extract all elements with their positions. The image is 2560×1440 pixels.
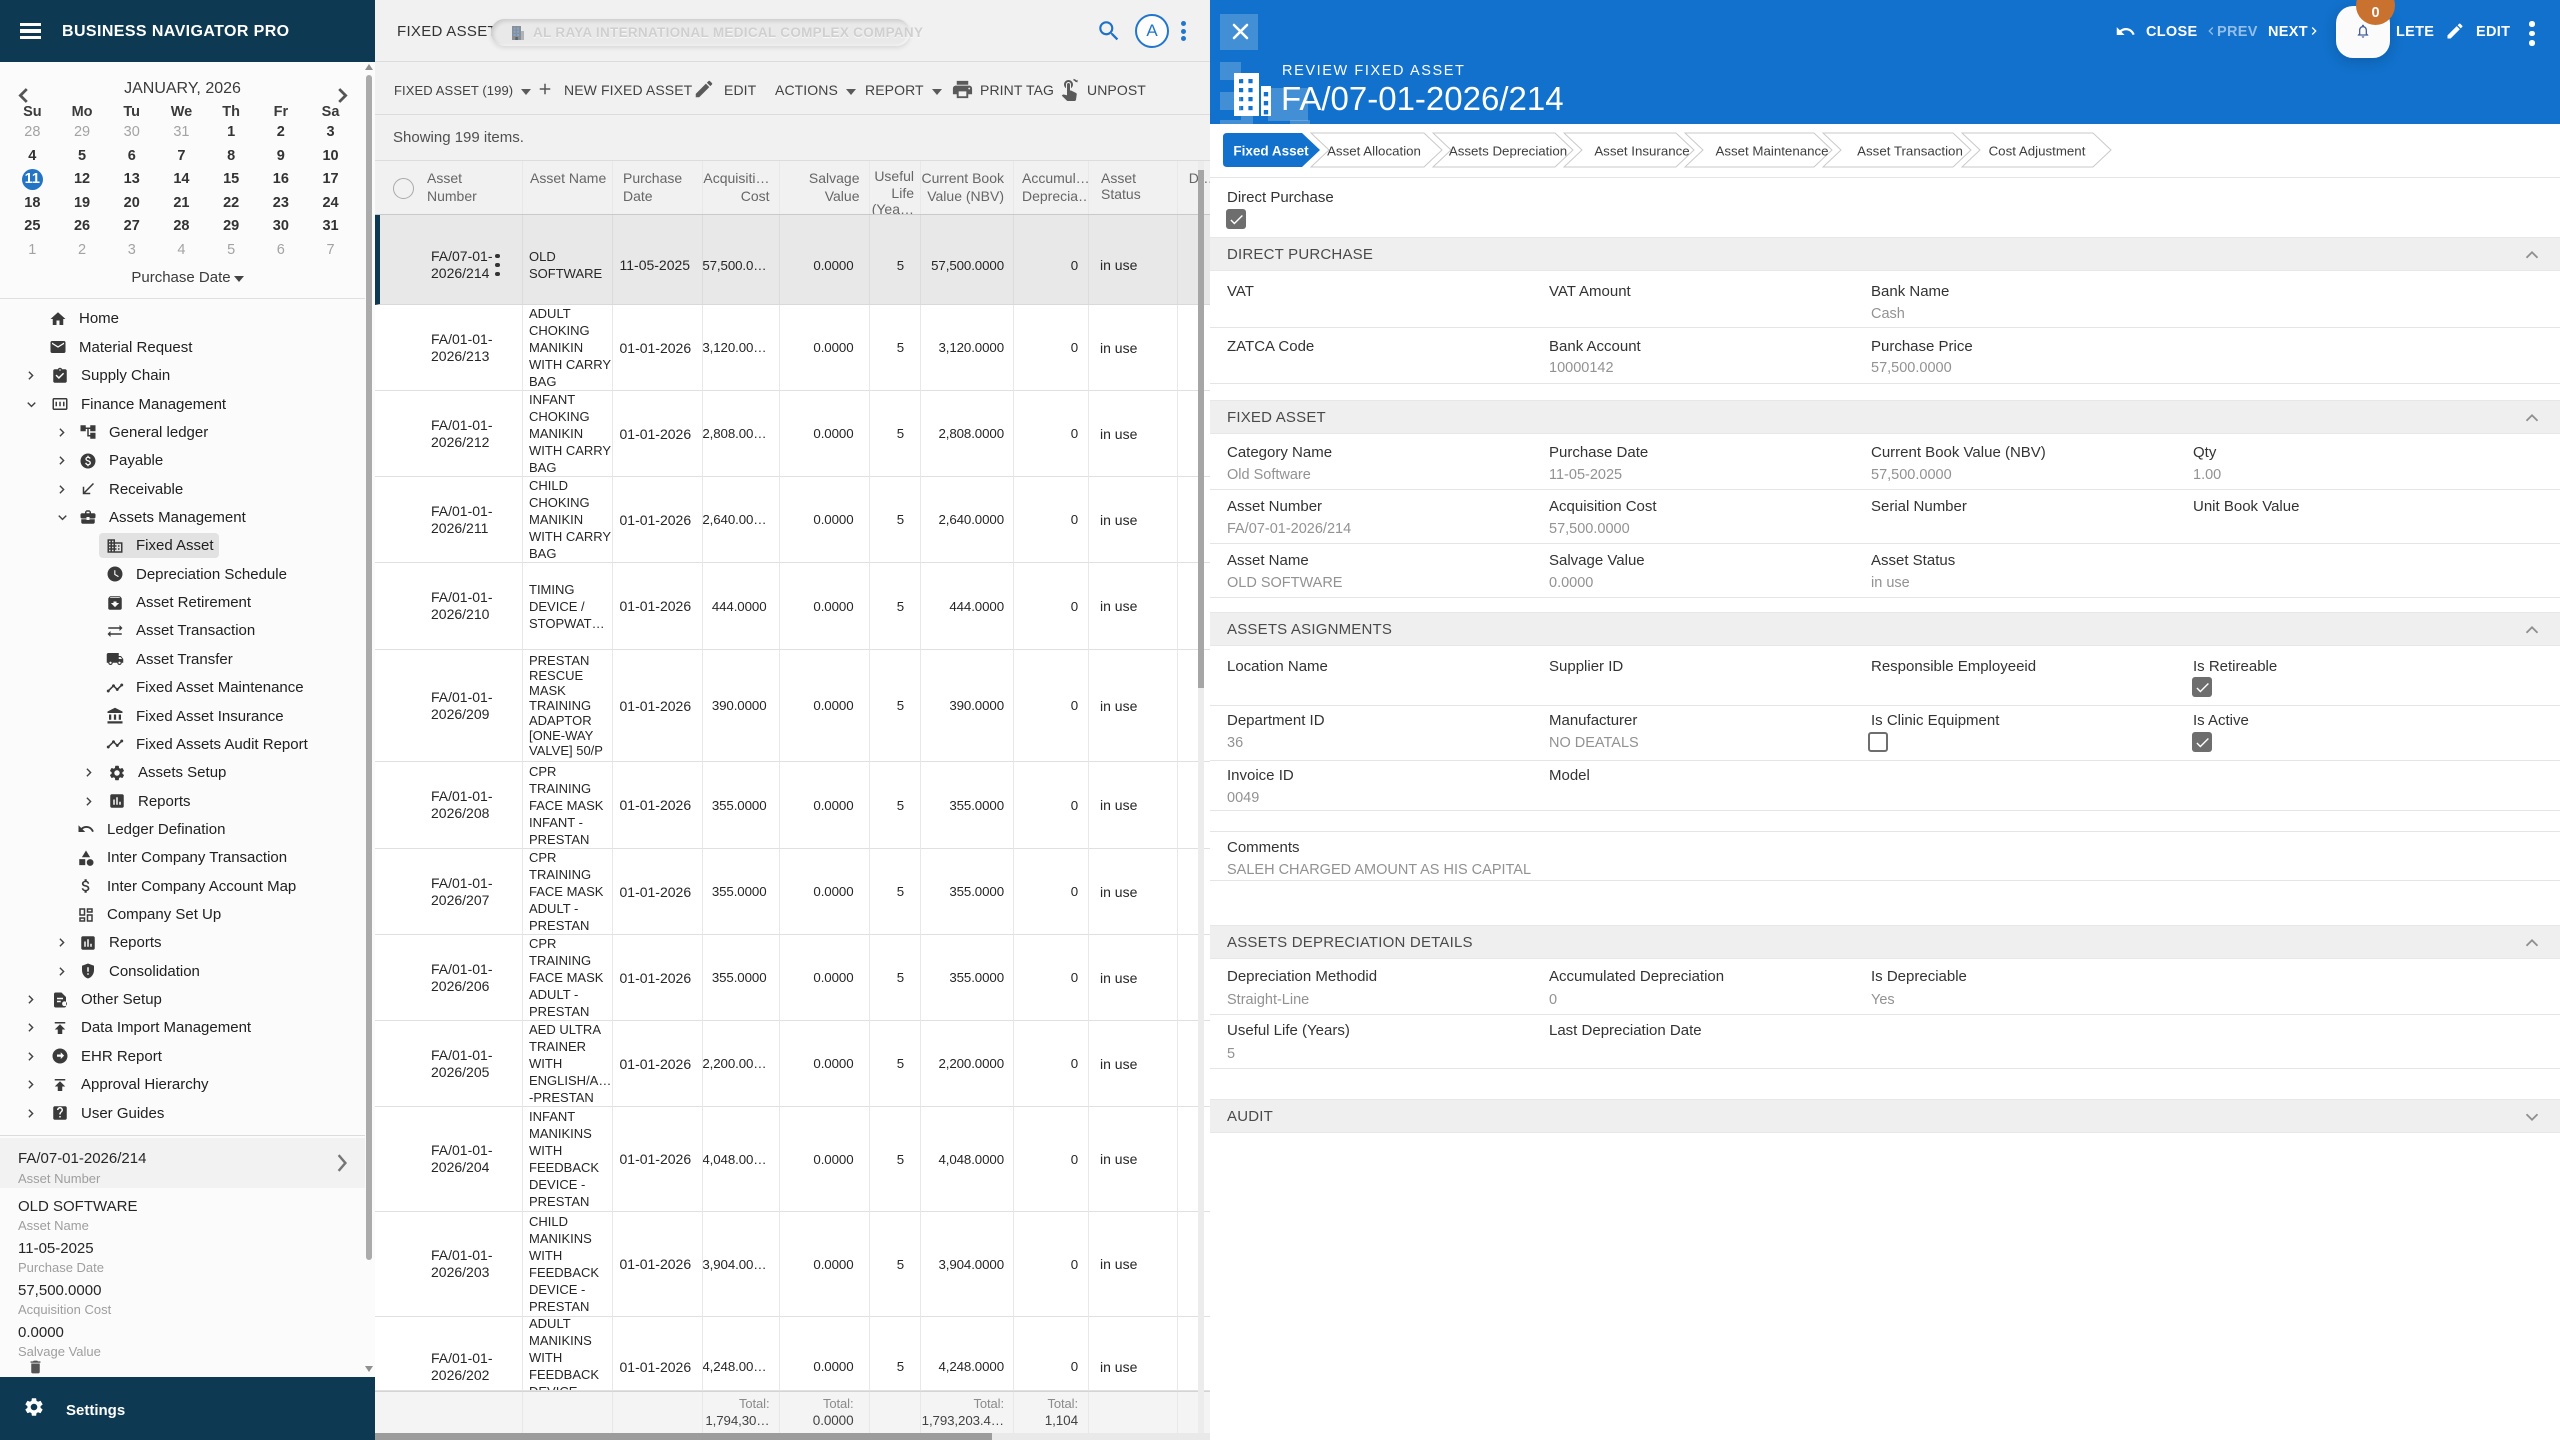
svg-text:Assets Depreciation: Assets Depreciation xyxy=(1449,144,1567,159)
svg-text:Fixed Asset: Fixed Asset xyxy=(1233,144,1309,159)
svg-text:Cost Adjustment: Cost Adjustment xyxy=(1989,144,2086,159)
svg-text:Asset Insurance: Asset Insurance xyxy=(1594,144,1689,159)
svg-text:Asset Maintenance: Asset Maintenance xyxy=(1715,144,1828,159)
svg-text:Asset Allocation: Asset Allocation xyxy=(1327,144,1421,159)
svg-text:Asset Transaction: Asset Transaction xyxy=(1857,144,1963,159)
